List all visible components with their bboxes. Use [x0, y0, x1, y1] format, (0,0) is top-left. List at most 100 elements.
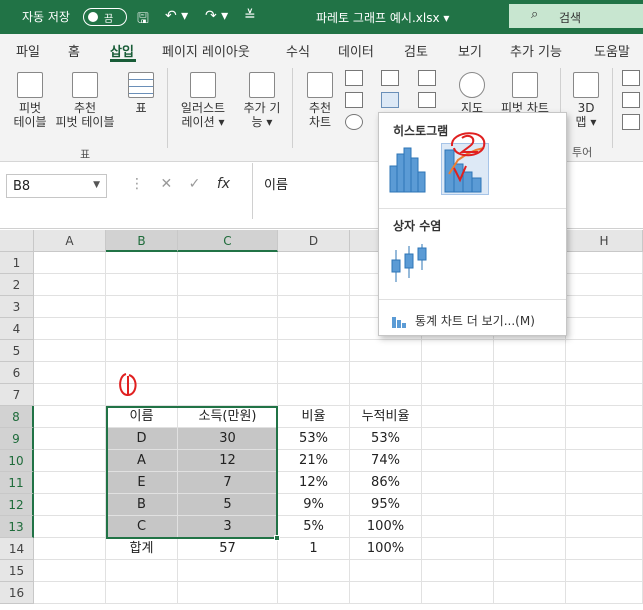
- cell-c14[interactable]: 57: [178, 538, 278, 560]
- row-header-14[interactable]: 14: [0, 538, 34, 560]
- cell-f15[interactable]: [422, 560, 494, 582]
- row-header-2[interactable]: 2: [0, 274, 34, 296]
- cell-h14[interactable]: [566, 538, 643, 560]
- cell-e14[interactable]: 100%: [350, 538, 422, 560]
- cell-c12[interactable]: 5: [178, 494, 278, 516]
- cell-d9[interactable]: 53%: [278, 428, 350, 450]
- cell-c5[interactable]: [178, 340, 278, 362]
- cell-b7[interactable]: [106, 384, 178, 406]
- cell-a8[interactable]: [34, 406, 106, 428]
- cell-e13[interactable]: 100%: [350, 516, 422, 538]
- cell-a10[interactable]: [34, 450, 106, 472]
- cell-f7[interactable]: [422, 384, 494, 406]
- pivot-chart-button[interactable]: 피벗 차트: [496, 72, 554, 115]
- cell-a2[interactable]: [34, 274, 106, 296]
- cell-g9[interactable]: [494, 428, 566, 450]
- row-header-9[interactable]: 9: [0, 428, 34, 450]
- cell-g12[interactable]: [494, 494, 566, 516]
- box-whisker-option[interactable]: [386, 239, 432, 289]
- insert-function-icon[interactable]: fx: [217, 176, 230, 192]
- cell-d10[interactable]: 21%: [278, 450, 350, 472]
- cell-b1[interactable]: [106, 252, 178, 274]
- cell-b3[interactable]: [106, 296, 178, 318]
- cell-h3[interactable]: [566, 296, 643, 318]
- cell-f8[interactable]: [422, 406, 494, 428]
- row-header-10[interactable]: 10: [0, 450, 34, 472]
- cell-c9[interactable]: 30: [178, 428, 278, 450]
- tab-page-layout[interactable]: 페이지 레이아웃: [162, 41, 250, 60]
- 3d-map-button[interactable]: 3D 맵 ▾: [566, 72, 606, 129]
- cell-h6[interactable]: [566, 362, 643, 384]
- cell-c11[interactable]: 7: [178, 472, 278, 494]
- cell-d16[interactable]: [278, 582, 350, 604]
- maps-button[interactable]: 지도: [452, 72, 492, 115]
- cell-c2[interactable]: [178, 274, 278, 296]
- cell-d3[interactable]: [278, 296, 350, 318]
- cell-h9[interactable]: [566, 428, 643, 450]
- cell-a5[interactable]: [34, 340, 106, 362]
- statistic-chart-icon[interactable]: [381, 92, 399, 108]
- pareto-option[interactable]: [441, 143, 489, 195]
- cell-e5[interactable]: [350, 340, 422, 362]
- cell-e11[interactable]: 86%: [350, 472, 422, 494]
- cell-f9[interactable]: [422, 428, 494, 450]
- cell-c15[interactable]: [178, 560, 278, 582]
- cell-e16[interactable]: [350, 582, 422, 604]
- sparkline-line-icon[interactable]: [622, 70, 640, 86]
- cell-f16[interactable]: [422, 582, 494, 604]
- name-box-dropdown-icon[interactable]: ▼: [93, 180, 100, 190]
- cell-h5[interactable]: [566, 340, 643, 362]
- more-icon[interactable]: ⋮: [130, 176, 144, 192]
- tab-data[interactable]: 데이터: [338, 41, 374, 60]
- cell-d15[interactable]: [278, 560, 350, 582]
- cell-b6[interactable]: [106, 362, 178, 384]
- cell-b2[interactable]: [106, 274, 178, 296]
- cell-e6[interactable]: [350, 362, 422, 384]
- cell-a6[interactable]: [34, 362, 106, 384]
- cell-a1[interactable]: [34, 252, 106, 274]
- cell-b14[interactable]: 합계: [106, 538, 178, 560]
- row-header-11[interactable]: 11: [0, 472, 34, 494]
- row-header-4[interactable]: 4: [0, 318, 34, 340]
- table-button[interactable]: 표: [124, 72, 158, 115]
- cell-e15[interactable]: [350, 560, 422, 582]
- addins-button[interactable]: 추가 기 능 ▾: [238, 72, 286, 129]
- cell-h16[interactable]: [566, 582, 643, 604]
- cell-e7[interactable]: [350, 384, 422, 406]
- combo-chart-icon[interactable]: [418, 92, 436, 108]
- column-chart-icon[interactable]: [345, 70, 363, 86]
- cell-g6[interactable]: [494, 362, 566, 384]
- enter-icon[interactable]: ✓: [189, 176, 201, 192]
- cell-h13[interactable]: [566, 516, 643, 538]
- sparkline-winloss-icon[interactable]: [622, 114, 640, 130]
- cell-h7[interactable]: [566, 384, 643, 406]
- cell-f14[interactable]: [422, 538, 494, 560]
- cell-d2[interactable]: [278, 274, 350, 296]
- cell-a14[interactable]: [34, 538, 106, 560]
- row-header-6[interactable]: 6: [0, 362, 34, 384]
- fill-handle[interactable]: [274, 535, 280, 541]
- tab-home[interactable]: 홈: [68, 41, 80, 60]
- undo-icon[interactable]: ↶ ▾: [165, 8, 188, 24]
- column-header-a[interactable]: A: [34, 230, 106, 252]
- row-header-15[interactable]: 15: [0, 560, 34, 582]
- cell-g5[interactable]: [494, 340, 566, 362]
- cell-h15[interactable]: [566, 560, 643, 582]
- tab-help[interactable]: 도움말: [594, 41, 630, 60]
- cell-g14[interactable]: [494, 538, 566, 560]
- cell-g10[interactable]: [494, 450, 566, 472]
- cell-c4[interactable]: [178, 318, 278, 340]
- cell-g16[interactable]: [494, 582, 566, 604]
- cell-h8[interactable]: [566, 406, 643, 428]
- cell-g8[interactable]: [494, 406, 566, 428]
- cell-f5[interactable]: [422, 340, 494, 362]
- row-header-8[interactable]: 8: [0, 406, 34, 428]
- cell-a16[interactable]: [34, 582, 106, 604]
- pie-chart-icon[interactable]: [345, 114, 363, 130]
- cell-e10[interactable]: 74%: [350, 450, 422, 472]
- cell-a12[interactable]: [34, 494, 106, 516]
- cell-h2[interactable]: [566, 274, 643, 296]
- cell-h12[interactable]: [566, 494, 643, 516]
- cell-f6[interactable]: [422, 362, 494, 384]
- column-header-b[interactable]: B: [106, 230, 178, 252]
